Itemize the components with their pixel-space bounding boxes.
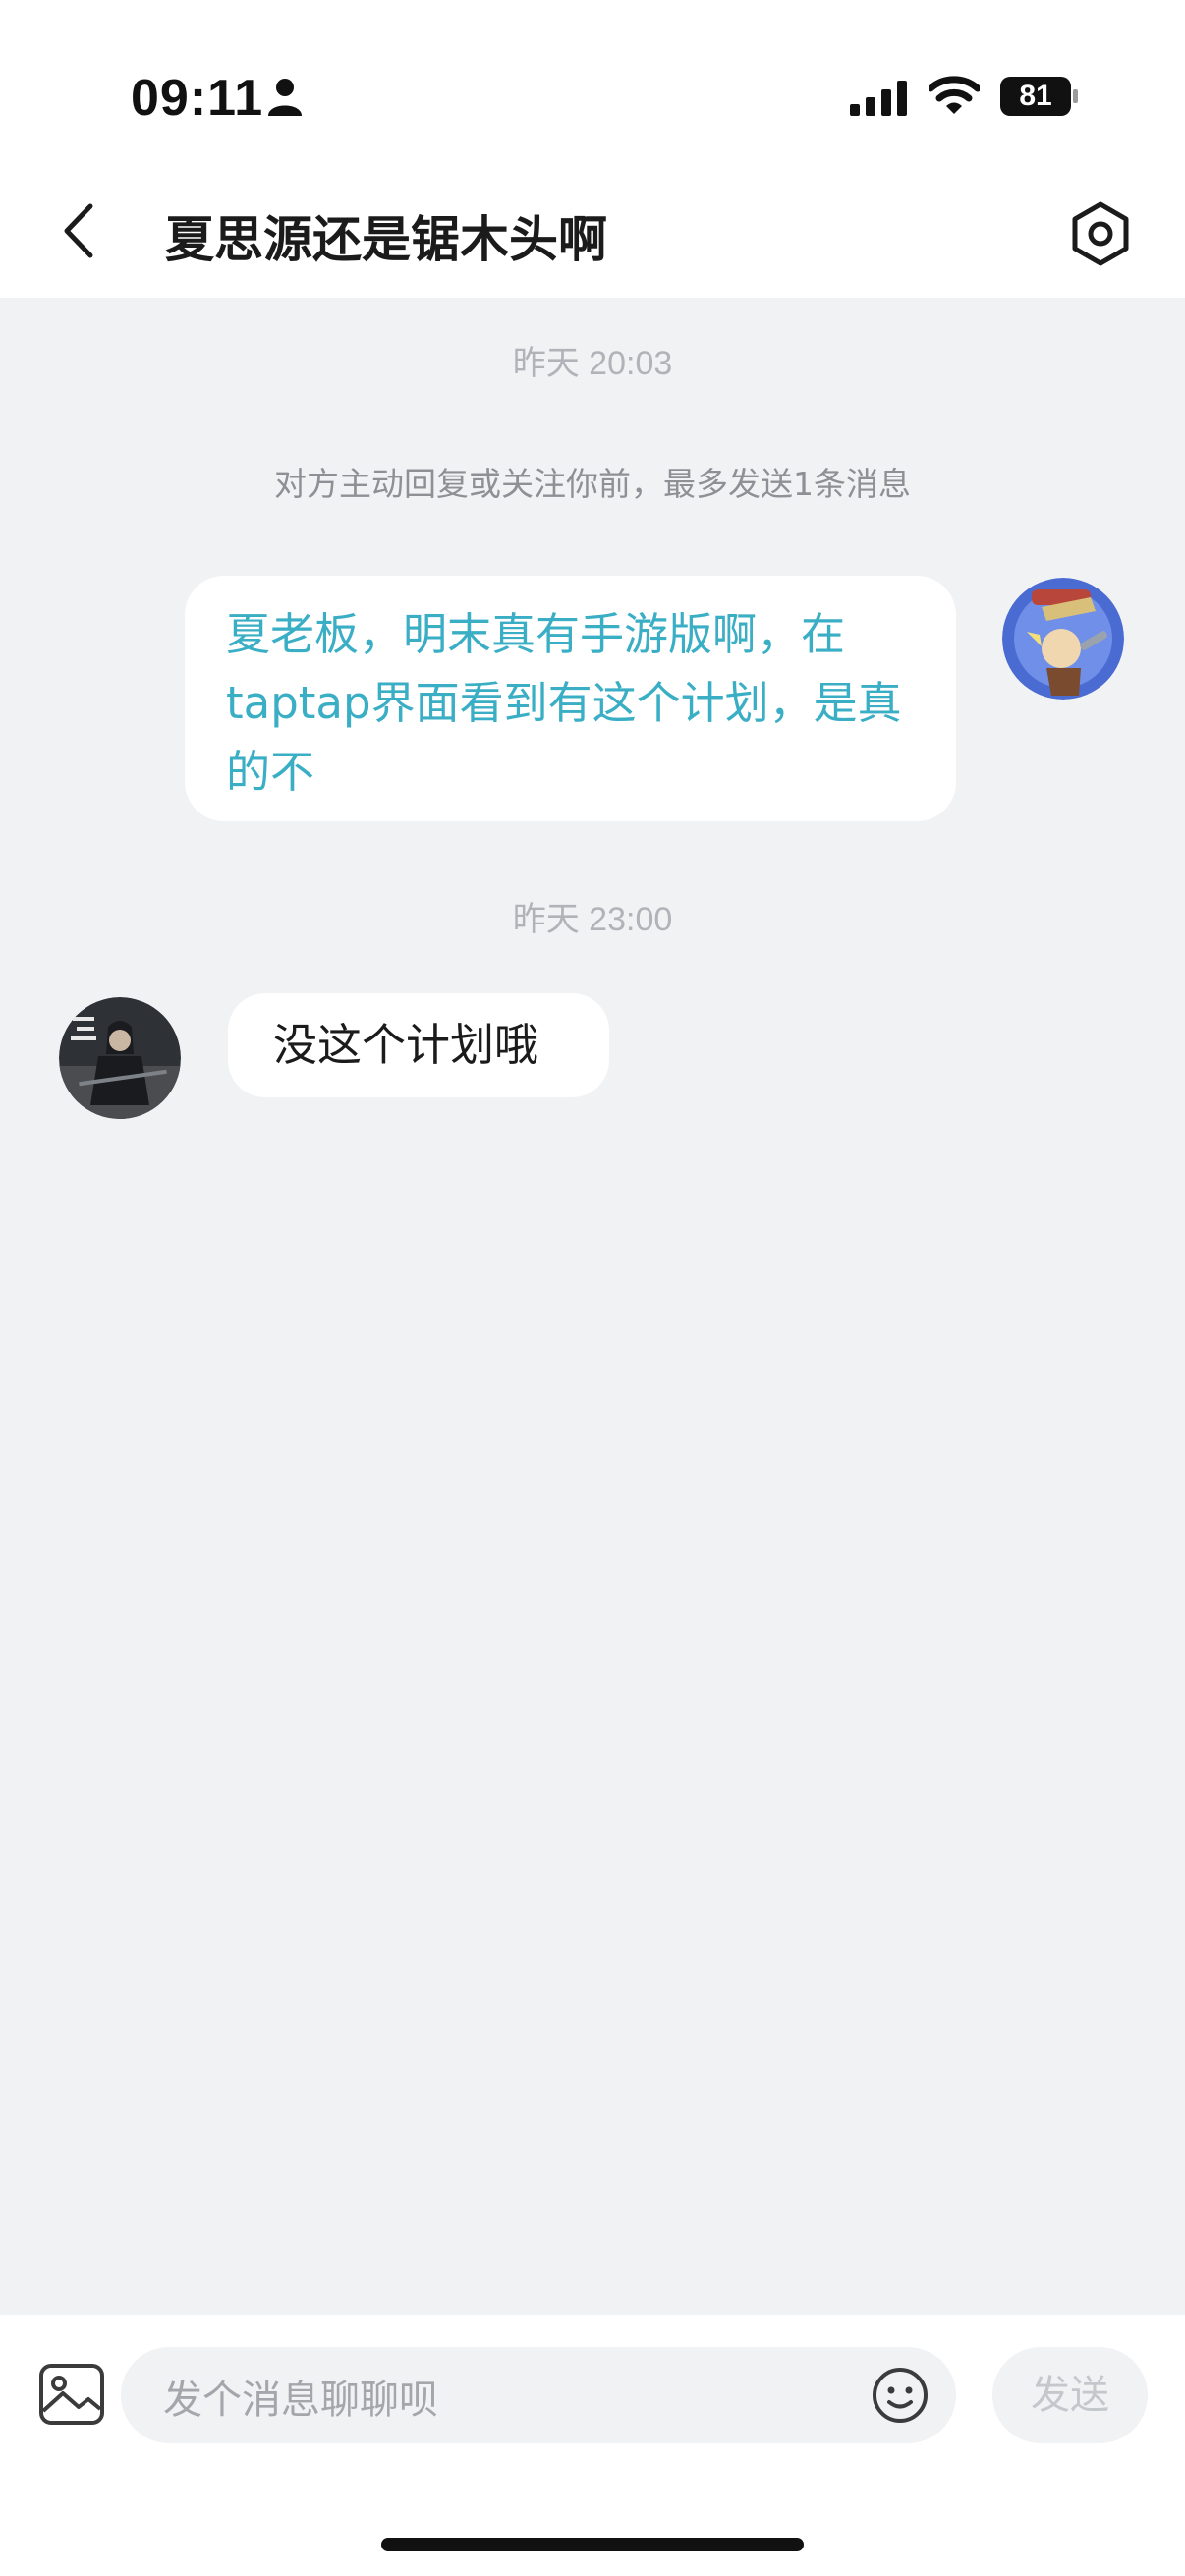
wifi-icon [929, 76, 980, 114]
back-arrow-icon[interactable] [49, 196, 108, 265]
message-input-placeholder: 发个消息聊聊呗 [163, 2378, 438, 2423]
settings-hexagon-icon[interactable] [1066, 199, 1135, 268]
status-time: 09:11 [131, 70, 264, 127]
received-message-bubble[interactable]: 没这个计划哦 [228, 993, 610, 1097]
person-icon [268, 79, 302, 116]
home-indicator [381, 2538, 804, 2551]
emoji-icon[interactable] [871, 2366, 930, 2425]
send-button[interactable]: 发送 [992, 2347, 1148, 2443]
battery-level: 81 [1019, 80, 1052, 112]
messaging-limit-notice: 对方主动回复或关注你前，最多发送1条消息 [274, 465, 911, 503]
battery-icon: 81 [1000, 77, 1079, 116]
message-timestamp: 昨天 20:03 [512, 345, 673, 382]
page-title: 夏思源还是锯木头啊 [165, 211, 607, 268]
image-icon[interactable] [37, 2362, 106, 2427]
contact-avatar[interactable] [59, 997, 181, 1119]
sent-message-bubble[interactable]: 夏老板，明末真有手游版啊，在taptap界面看到有这个计划，是真的不 [185, 576, 956, 821]
message-timestamp: 昨天 23:00 [512, 901, 673, 938]
my-avatar[interactable] [1002, 578, 1124, 700]
signal-icon [850, 81, 907, 116]
